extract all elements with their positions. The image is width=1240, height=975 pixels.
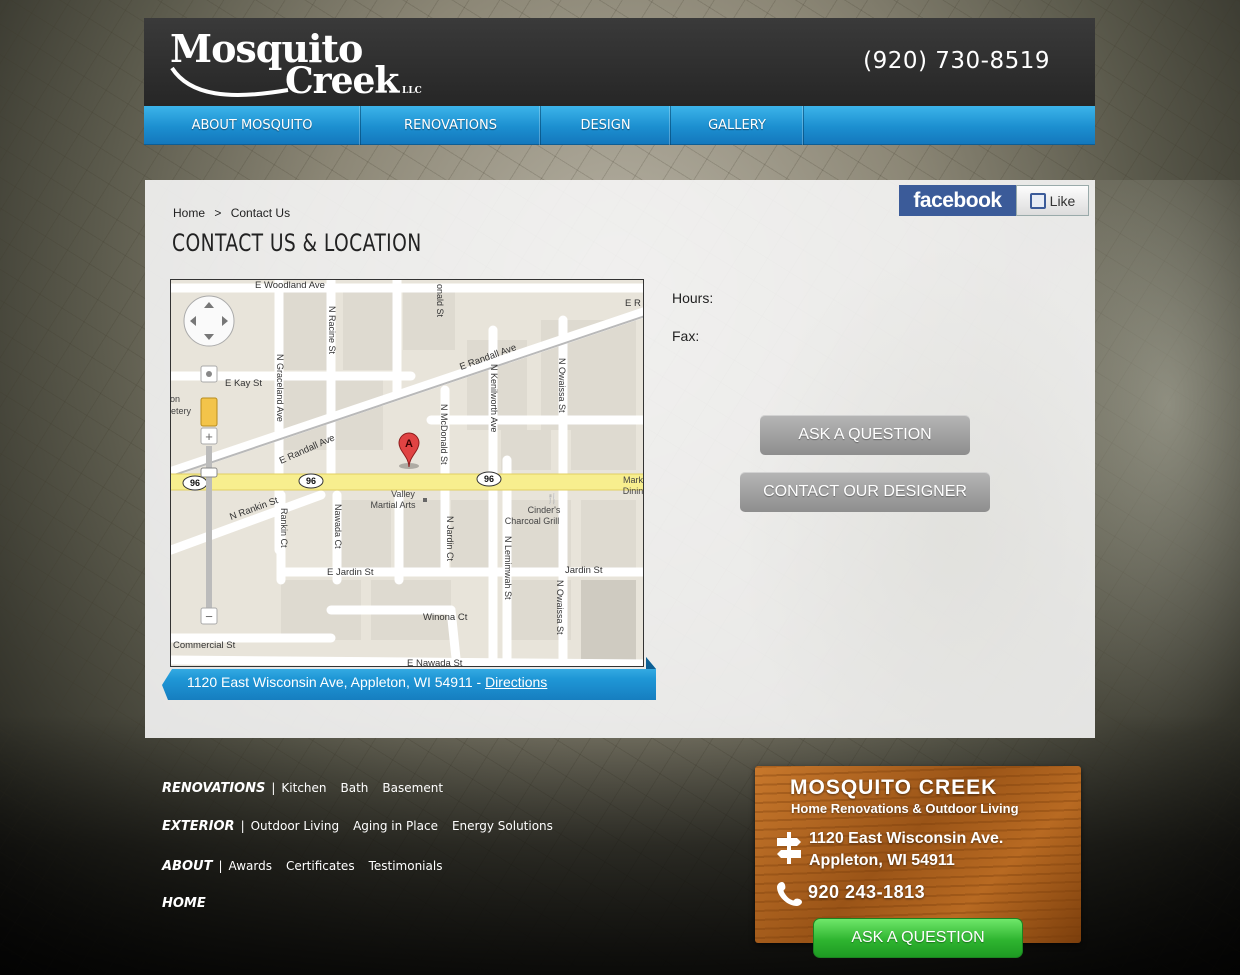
main-content: facebook Like Home > Contact Us CONTACT …: [145, 180, 1095, 738]
place-dot-icon: [423, 498, 427, 502]
footer-row-renovations: RENOVATIONS | Kitchen Bath Basement: [162, 781, 457, 796]
footer-link-energy-solutions[interactable]: Energy Solutions: [452, 819, 553, 833]
footer-link-outdoor-living[interactable]: Outdoor Living: [251, 819, 339, 833]
footer-row-home: HOME: [162, 896, 206, 911]
map-street-label: Jardin St: [565, 565, 603, 576]
footer-link-bath[interactable]: Bath: [341, 781, 369, 795]
address-bar: 1120 East Wisconsin Ave, Appleton, WI 54…: [162, 657, 656, 700]
facebook-logo[interactable]: facebook: [899, 185, 1016, 216]
facebook-like-button[interactable]: Like: [1016, 185, 1089, 216]
contact-sign: MOSQUITO CREEK Home Renovations & Outdoo…: [755, 766, 1081, 943]
map-street-label: Nawada Ct: [333, 504, 343, 549]
nav-item-renovations[interactable]: RENOVATIONS: [361, 106, 541, 145]
map-shield-label: 96: [484, 474, 494, 484]
footer-link-aging-in-place[interactable]: Aging in Place: [353, 819, 438, 833]
map-place-label: Martial Arts: [370, 500, 416, 510]
map-street-label: Winona Ct: [423, 612, 468, 623]
footer-link-certificates[interactable]: Certificates: [286, 859, 355, 873]
zoom-slider-handle[interactable]: [200, 467, 218, 478]
footer-link-basement[interactable]: Basement: [382, 781, 443, 795]
map-street-label: N Owaissa St: [557, 358, 567, 413]
map-street-label: E R: [625, 298, 641, 309]
map-street-label: N Kenilworth Ave: [489, 364, 499, 432]
page-title: CONTACT US & LOCATION: [172, 229, 422, 257]
location-map[interactable]: 96 96 96 E Woodland Ave E Randall Ave E …: [170, 279, 644, 667]
footer-heading-home[interactable]: HOME: [162, 896, 206, 911]
directions-link[interactable]: Directions: [485, 674, 547, 690]
logo-text-creek: Creek: [285, 60, 399, 102]
map-street-label: N McDonald St: [439, 404, 449, 465]
site-logo[interactable]: Mosquito Creek LLC: [170, 26, 440, 102]
logo-text-llc: LLC: [402, 86, 422, 96]
map-street-label: E Kay St: [225, 378, 262, 389]
breadcrumb-current: Contact Us: [230, 206, 291, 220]
sign-address-line2: Appleton, WI 54911: [809, 852, 955, 869]
map-shield-label: 96: [190, 478, 200, 488]
breadcrumb-separator: >: [214, 206, 222, 220]
sign-address-line1: 1120 East Wisconsin Ave.: [809, 830, 1004, 847]
footer-link-kitchen[interactable]: Kitchen: [281, 781, 326, 795]
map-street-label: E Jardin St: [327, 567, 374, 578]
map-place-label: Valley: [391, 489, 415, 499]
map-pan-control[interactable]: [183, 295, 235, 347]
map-place-label: Charcoal Grill: [505, 516, 560, 526]
ask-question-green-button[interactable]: ASK A QUESTION: [813, 918, 1023, 958]
nav-item-about-mosquito[interactable]: ABOUT MOSQUITO: [144, 106, 361, 145]
map-shield-label: 96: [306, 476, 316, 486]
street-view-pegman-icon[interactable]: [200, 397, 218, 427]
footer-heading-renovations[interactable]: RENOVATIONS: [162, 781, 265, 796]
map-street-label: Rankin Ct: [279, 508, 289, 548]
footer-separator: |: [218, 859, 223, 873]
minus-icon: −: [205, 609, 213, 624]
map-street-label: onald St: [435, 284, 445, 318]
nav-item-gallery[interactable]: GALLERY: [671, 106, 804, 145]
hours-label: Hours:: [672, 290, 714, 306]
map-street-label: Commercial St: [173, 640, 236, 651]
sign-subtitle: Home Renovations & Outdoor Living: [791, 801, 1019, 816]
main-nav: ABOUT MOSQUITO RENOVATIONS DESIGN GALLER…: [144, 106, 1095, 145]
footer-heading-exterior[interactable]: EXTERIOR: [162, 819, 235, 834]
footer-heading-about[interactable]: ABOUT: [162, 859, 212, 874]
footer-row-about: ABOUT | Awards Certificates Testimonials: [162, 859, 456, 874]
map-canvas: 96 96 96 E Woodland Ave E Randall Ave E …: [171, 280, 644, 666]
map-marker-label: A: [405, 438, 413, 450]
sign-title: MOSQUITO CREEK: [790, 776, 998, 799]
footer-link-awards[interactable]: Awards: [229, 859, 272, 873]
map-street-label: E Woodland Ave: [255, 280, 325, 291]
map-street-label: N Owaissa St: [555, 580, 565, 635]
sign-phone: 920 243-1813: [808, 882, 926, 902]
map-street-label: N Jardin Ct: [445, 516, 455, 562]
phone-icon: [777, 882, 802, 906]
header-phone: (920) 730-8519: [863, 48, 1050, 74]
ask-question-button[interactable]: ASK A QUESTION: [760, 415, 970, 455]
map-place-label: Dinin: [623, 486, 644, 496]
signpost-icon: [777, 832, 801, 864]
footer-link-testimonials[interactable]: Testimonials: [369, 859, 443, 873]
fax-label: Fax:: [672, 328, 700, 344]
facebook-like-label: Like: [1049, 192, 1076, 209]
footer-row-exterior: EXTERIOR | Outdoor Living Aging in Place Ene…: [162, 819, 567, 834]
site-header: Mosquito Creek LLC (920) 730-8519: [144, 18, 1095, 106]
plus-icon: +: [205, 429, 213, 444]
map-place-label: on: [171, 394, 180, 404]
address-line: 1120 East Wisconsin Ave, Appleton, WI 54…: [187, 674, 486, 690]
map-place-label: etery: [171, 406, 192, 416]
breadcrumb-home[interactable]: Home: [173, 206, 205, 220]
restaurant-icon: 🍴: [546, 492, 558, 505]
facebook-like-widget[interactable]: facebook Like: [899, 185, 1089, 216]
map-street-label: N Racine St: [327, 306, 337, 355]
logo-swoosh-icon: [170, 66, 289, 97]
map-street-label: N Graceland Ave: [275, 354, 285, 422]
nav-item-design[interactable]: DESIGN: [541, 106, 671, 145]
footer-separator: |: [240, 819, 245, 833]
map-street-label: N Lemimwah St: [503, 536, 513, 600]
map-place-label: Mark: [623, 475, 643, 485]
footer-separator: |: [271, 781, 276, 795]
breadcrumb: Home > Contact Us: [173, 206, 296, 220]
address-text: 1120 East Wisconsin Ave, Appleton, WI 54…: [187, 674, 547, 690]
thumbs-up-icon: [1029, 192, 1046, 209]
contact-designer-button[interactable]: CONTACT OUR DESIGNER: [740, 472, 990, 512]
map-place-label: Cinder's: [528, 505, 561, 515]
